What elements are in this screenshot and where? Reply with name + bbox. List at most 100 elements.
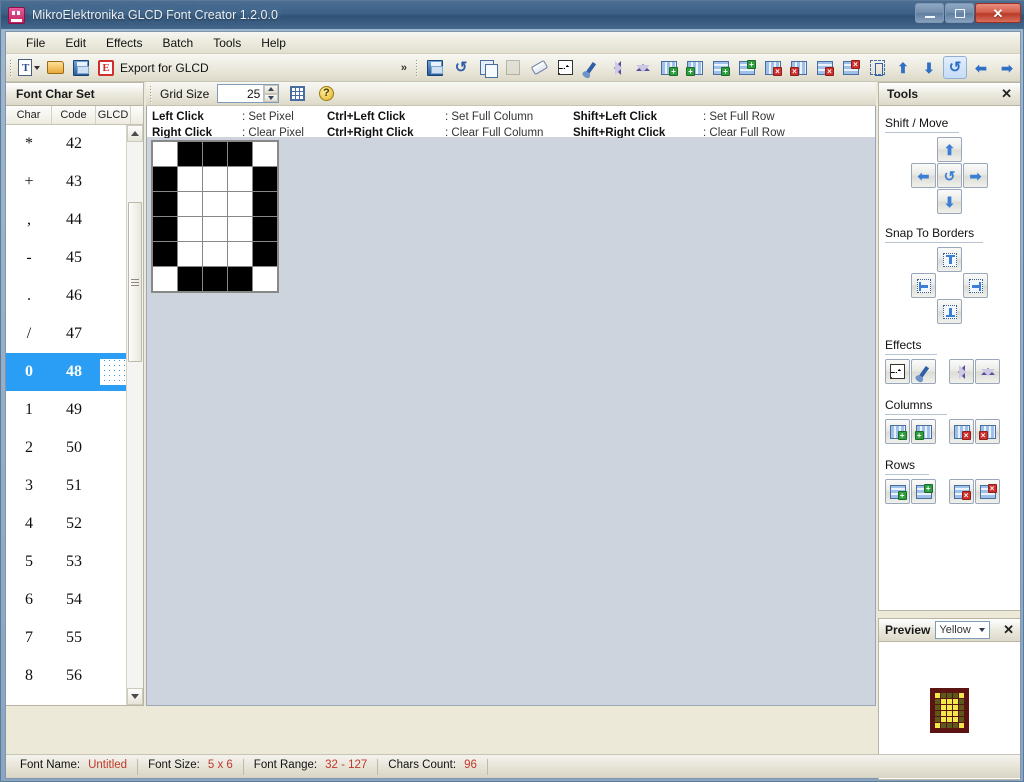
insert-column-left-button[interactable]: + — [657, 56, 681, 79]
preview-color-select[interactable]: Yellow — [935, 621, 990, 639]
invert-button[interactable] — [553, 56, 577, 79]
delete-column-right-tool-button[interactable]: × — [975, 419, 1000, 444]
char-list-row[interactable]: 452 — [6, 505, 143, 543]
pixel-cell[interactable] — [203, 267, 227, 291]
pixel-cell[interactable] — [203, 217, 227, 241]
shift-left-tool-button[interactable]: ⬅ — [911, 163, 936, 188]
tools-close-icon[interactable]: ✕ — [1001, 86, 1012, 102]
insert-row-top-tool-button[interactable]: + — [885, 479, 910, 504]
delete-row-top-button[interactable]: × — [813, 56, 837, 79]
grid-size-value[interactable]: 25 — [218, 87, 263, 101]
save-font-button[interactable] — [69, 56, 93, 79]
insert-row-bottom-button[interactable]: + — [735, 56, 759, 79]
toolbar-grip-2[interactable] — [415, 59, 418, 77]
fill-button[interactable] — [579, 56, 603, 79]
grid-size-stepper[interactable]: 25 — [217, 84, 279, 103]
char-list-row[interactable]: 957 — [6, 695, 143, 705]
pixel-cell[interactable] — [228, 242, 252, 266]
insert-column-right-tool-button[interactable]: + — [911, 419, 936, 444]
pixel-cell[interactable] — [178, 267, 202, 291]
menu-tools[interactable]: Tools — [203, 33, 251, 53]
column-header-code[interactable]: Code — [52, 106, 96, 124]
pixel-cell[interactable] — [203, 242, 227, 266]
char-list-row[interactable]: -45 — [6, 239, 143, 277]
pixel-cell[interactable] — [178, 142, 202, 166]
pixel-cell[interactable] — [253, 242, 277, 266]
grid-size-grip[interactable] — [149, 85, 152, 103]
fill-tool-button[interactable] — [911, 359, 936, 384]
save-as-button[interactable] — [423, 56, 447, 79]
reset-button[interactable]: ↺ — [943, 56, 967, 79]
shift-down-tool-button[interactable]: ⬇ — [937, 189, 962, 214]
preview-close-icon[interactable]: ✕ — [1003, 622, 1014, 638]
char-list-row[interactable]: *42 — [6, 125, 143, 163]
char-list-scrollbar[interactable] — [126, 125, 143, 705]
mirror-horizontal-button[interactable] — [631, 56, 655, 79]
mirror-vertical-button[interactable] — [605, 56, 629, 79]
shift-down-button[interactable]: ⬇ — [917, 56, 941, 79]
mirror-vertical-tool-button[interactable] — [949, 359, 974, 384]
char-list-row[interactable]: /47 — [6, 315, 143, 353]
delete-row-bottom-tool-button[interactable]: × — [975, 479, 1000, 504]
char-list-row[interactable]: +43 — [6, 163, 143, 201]
editor-canvas[interactable] — [147, 138, 875, 705]
reset-position-tool-button[interactable]: ↺ — [937, 163, 962, 188]
pixel-cell[interactable] — [228, 142, 252, 166]
pixel-cell[interactable] — [253, 217, 277, 241]
invert-tool-button[interactable] — [885, 359, 910, 384]
snap-bottom-button[interactable] — [937, 299, 962, 324]
char-list-row[interactable]: .46 — [6, 277, 143, 315]
menu-edit[interactable]: Edit — [55, 33, 96, 53]
column-header-glcd[interactable]: GLCD — [96, 106, 131, 124]
char-list[interactable]: *42+43,44-45.46/470481492503514525536547… — [6, 125, 143, 705]
delete-row-top-tool-button[interactable]: × — [949, 479, 974, 504]
undo-button[interactable]: ↺ — [449, 56, 473, 79]
pixel-cell[interactable] — [153, 142, 177, 166]
char-list-row[interactable]: 654 — [6, 581, 143, 619]
close-button[interactable]: ✕ — [975, 3, 1021, 23]
pixel-cell[interactable] — [178, 192, 202, 216]
open-font-button[interactable] — [43, 56, 67, 79]
menu-batch[interactable]: Batch — [153, 33, 204, 53]
help-button[interactable]: ? — [314, 82, 338, 105]
insert-row-bottom-tool-button[interactable]: + — [911, 479, 936, 504]
column-header-char[interactable]: Char — [6, 106, 52, 124]
pixel-cell[interactable] — [253, 192, 277, 216]
delete-column-left-tool-button[interactable]: × — [949, 419, 974, 444]
insert-row-top-button[interactable]: + — [709, 56, 733, 79]
grid-size-increment[interactable] — [264, 85, 278, 94]
pixel-cell[interactable] — [253, 267, 277, 291]
snap-top-button[interactable] — [937, 247, 962, 272]
shift-up-button[interactable]: ⬆ — [891, 56, 915, 79]
shift-left-button[interactable]: ⬅ — [969, 56, 993, 79]
toolbar-grip[interactable] — [9, 59, 12, 77]
clear-button[interactable] — [527, 56, 551, 79]
grid-size-decrement[interactable] — [264, 94, 278, 103]
pixel-cell[interactable] — [178, 217, 202, 241]
delete-column-left-button[interactable]: × — [761, 56, 785, 79]
pixel-cell[interactable] — [178, 167, 202, 191]
pixel-cell[interactable] — [153, 192, 177, 216]
pixel-cell[interactable] — [253, 167, 277, 191]
shift-right-button[interactable]: ➡ — [995, 56, 1019, 79]
export-glcd-label[interactable]: Export for GLCD — [120, 61, 209, 75]
shift-up-tool-button[interactable]: ⬆ — [937, 137, 962, 162]
insert-column-right-button[interactable]: + — [683, 56, 707, 79]
pixel-cell[interactable] — [228, 192, 252, 216]
scrollbar-thumb[interactable] — [128, 202, 142, 362]
snap-left-button[interactable] — [911, 273, 936, 298]
char-list-row[interactable]: 048 — [6, 353, 143, 391]
pixel-cell[interactable] — [153, 242, 177, 266]
pixel-cell[interactable] — [253, 142, 277, 166]
maximize-button[interactable] — [945, 3, 974, 23]
toolbar-overflow-button[interactable]: » — [396, 62, 412, 74]
scrollbar-track[interactable] — [127, 142, 143, 688]
shift-right-tool-button[interactable]: ➡ — [963, 163, 988, 188]
pixel-cell[interactable] — [228, 267, 252, 291]
delete-row-bottom-button[interactable]: × — [839, 56, 863, 79]
delete-column-right-button[interactable]: × — [787, 56, 811, 79]
insert-column-left-tool-button[interactable]: + — [885, 419, 910, 444]
pixel-cell[interactable] — [203, 167, 227, 191]
pixel-cell[interactable] — [228, 217, 252, 241]
pixel-grid[interactable] — [151, 140, 279, 293]
